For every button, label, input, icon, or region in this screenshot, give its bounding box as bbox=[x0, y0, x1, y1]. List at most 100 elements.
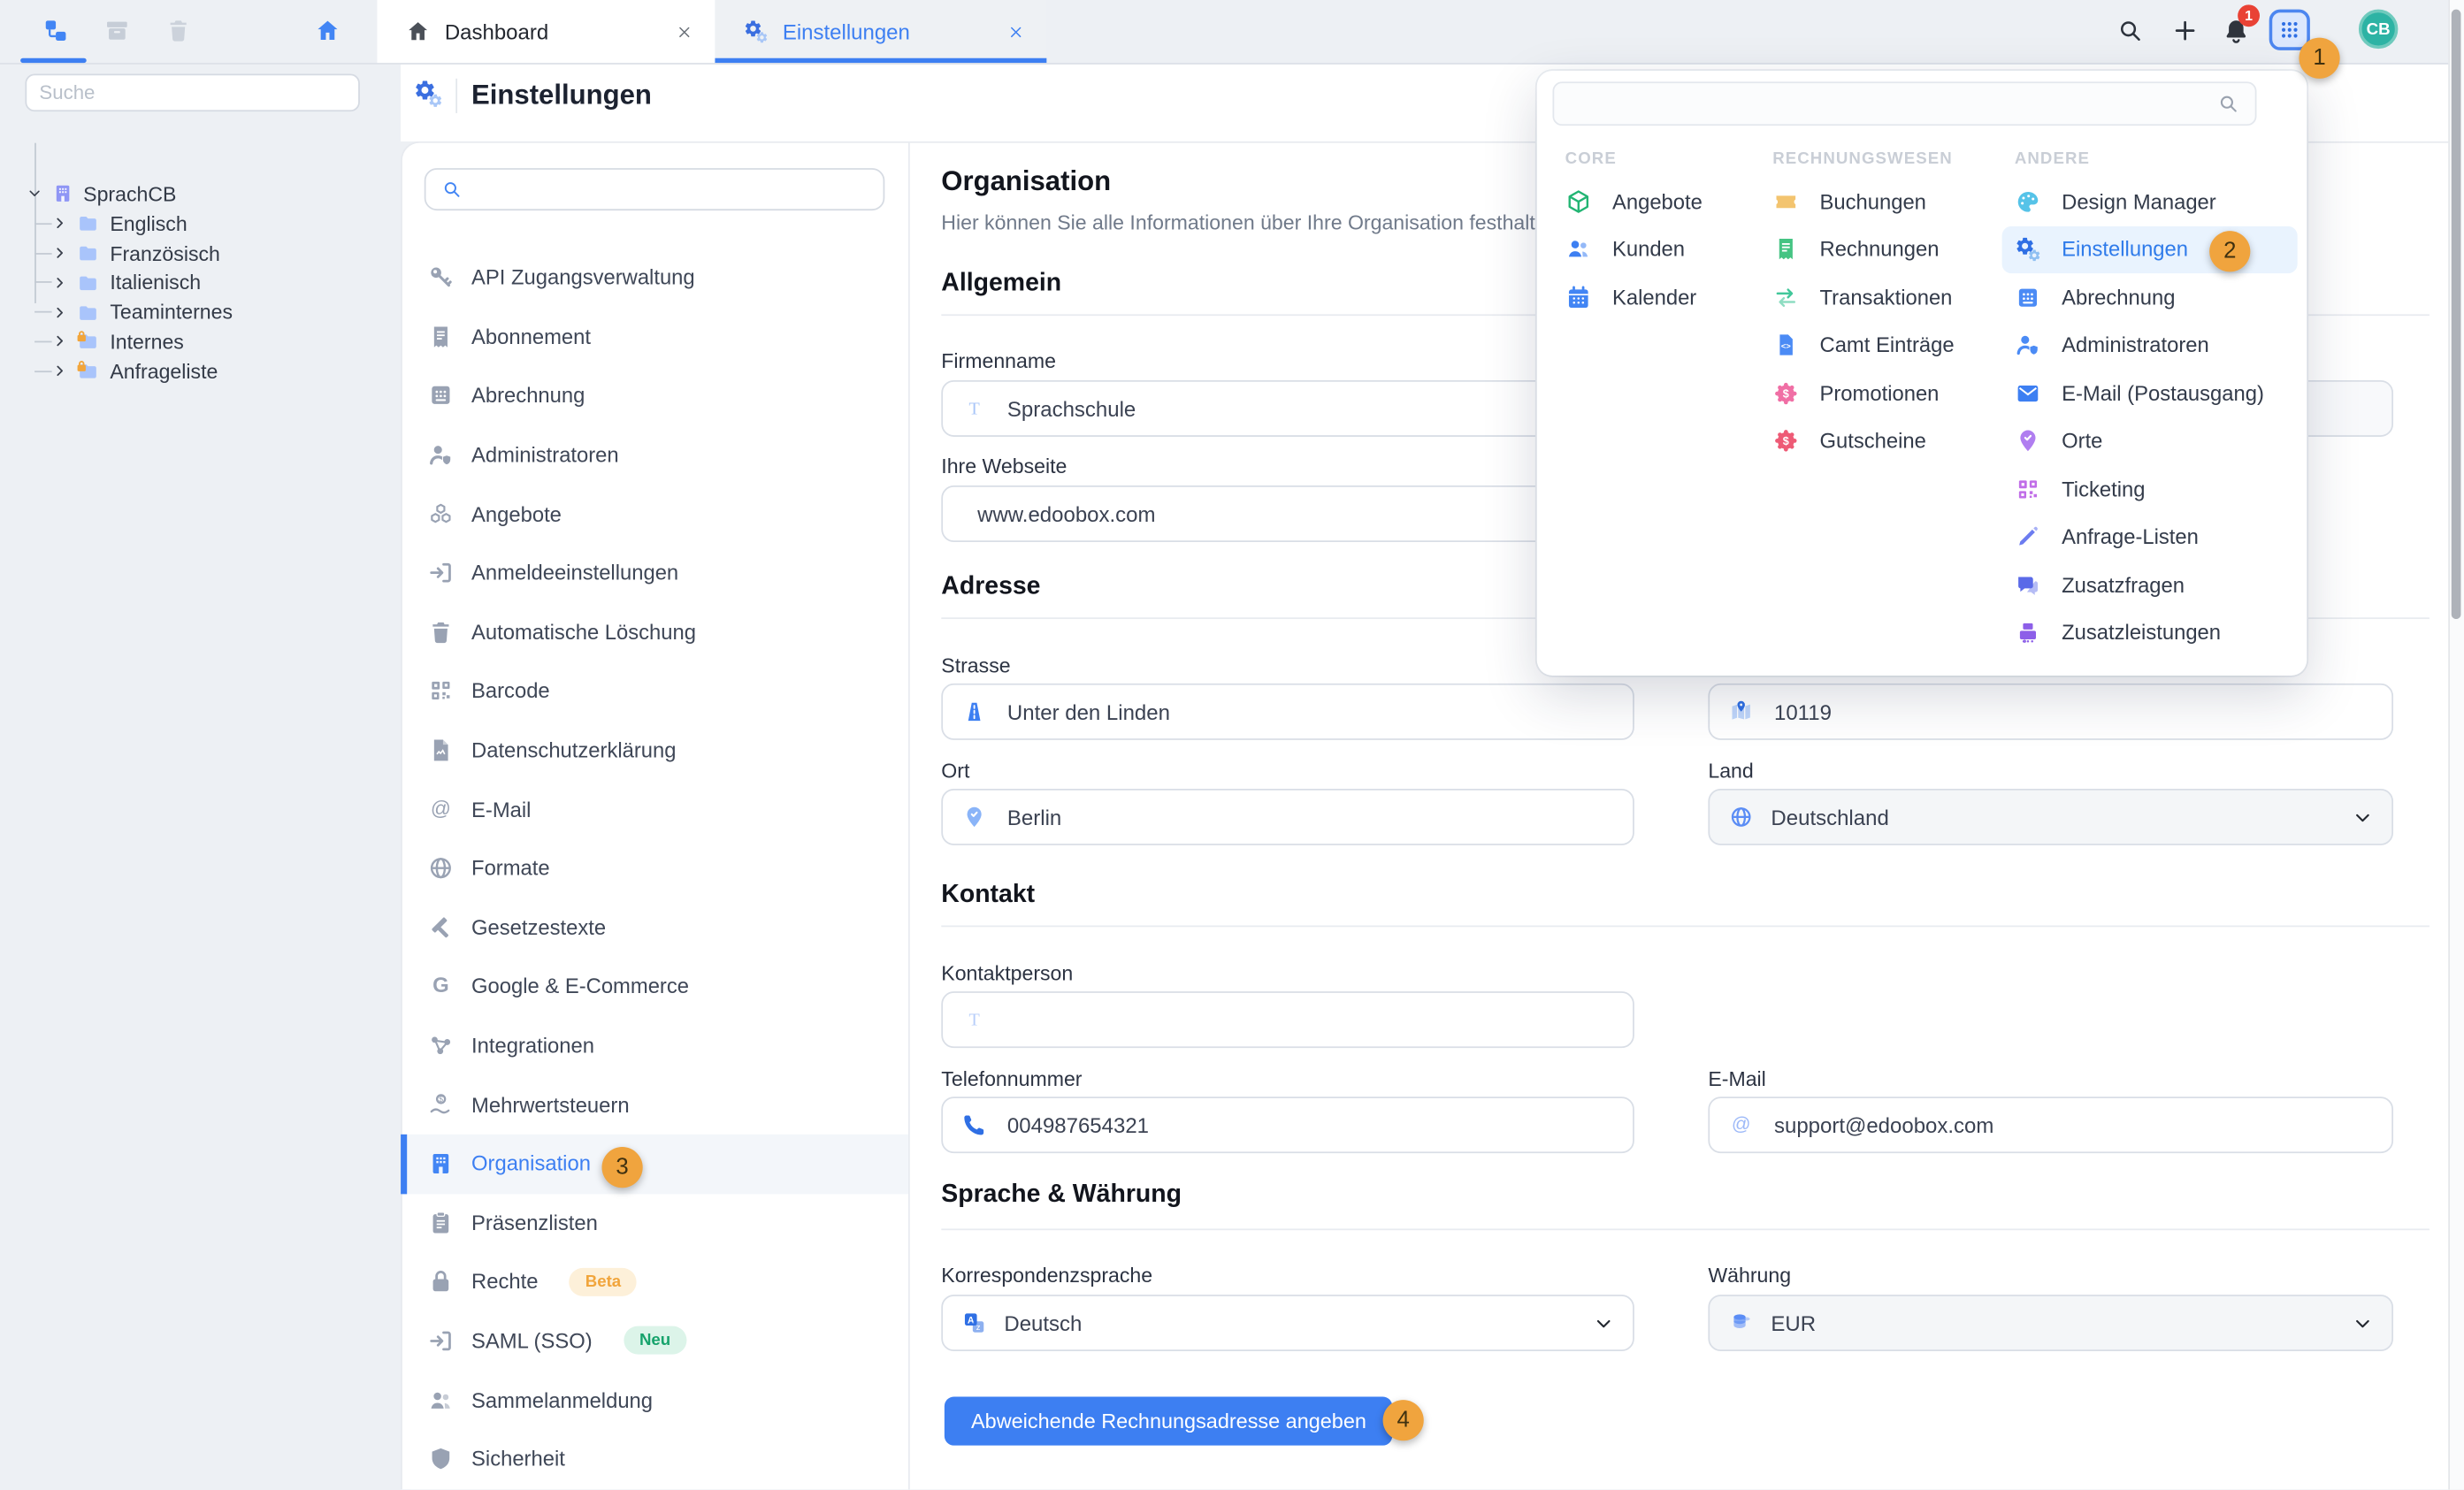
avatar[interactable]: CB bbox=[2359, 10, 2398, 49]
grid-icon bbox=[2015, 284, 2041, 310]
abweichende-rechnungsadresse-button[interactable]: Abweichende Rechnungsadresse angeben bbox=[945, 1397, 1393, 1446]
trash-icon[interactable] bbox=[165, 18, 192, 44]
chevron-right-icon[interactable] bbox=[52, 275, 68, 291]
menu-item-zusatzleistungen[interactable]: Zusatzleistungen bbox=[2015, 609, 2298, 657]
nav-label: Gesetzestexte bbox=[471, 916, 606, 940]
menu-item-design-manager[interactable]: Design Manager bbox=[2015, 178, 2298, 225]
email-field[interactable]: @ bbox=[1708, 1096, 2393, 1153]
sidebar-item-datenschutzerklärung[interactable]: Datenschutzerklärung bbox=[401, 721, 908, 780]
kontaktperson-input[interactable] bbox=[1004, 1006, 1613, 1033]
sidebar-item-rechte[interactable]: RechteBeta bbox=[401, 1252, 908, 1311]
ort-field[interactable] bbox=[941, 789, 1634, 845]
sidebar-item-präsenzlisten[interactable]: Präsenzlisten bbox=[401, 1193, 908, 1252]
menu-item-camt-einträge[interactable]: <>Camt Einträge bbox=[1772, 321, 2005, 369]
tree-item-italienisch[interactable]: Italienisch bbox=[0, 268, 435, 298]
chevron-right-icon[interactable] bbox=[52, 333, 68, 349]
archive-icon[interactable] bbox=[103, 18, 130, 44]
chevron-right-icon[interactable] bbox=[52, 216, 68, 232]
tree-root-sprachcb[interactable]: SprachCB bbox=[0, 179, 427, 209]
chevron-right-icon[interactable] bbox=[52, 304, 68, 320]
plz-field[interactable] bbox=[1708, 684, 2393, 740]
close-icon[interactable] bbox=[676, 23, 693, 41]
search-icon[interactable] bbox=[2116, 18, 2143, 44]
menu-item-rechnungen[interactable]: Rechnungen bbox=[1772, 225, 2005, 273]
menu-item-gutscheine[interactable]: $Gutscheine bbox=[1772, 417, 2005, 465]
tree-item-internes[interactable]: Internes bbox=[0, 326, 435, 356]
app-menu-search[interactable] bbox=[1552, 81, 2256, 126]
sidebar-item-abonnement[interactable]: Abonnement bbox=[401, 308, 908, 367]
firmenname-input[interactable] bbox=[1004, 395, 1613, 422]
menu-item-ticketing[interactable]: Ticketing bbox=[2015, 465, 2298, 513]
menu-item-label: Angebote bbox=[1612, 190, 1703, 214]
scrollbar-thumb[interactable] bbox=[2452, 10, 2461, 619]
land-select[interactable]: Deutschland bbox=[1708, 789, 2393, 845]
sidebar-item-barcode[interactable]: Barcode bbox=[401, 661, 908, 721]
menu-item-buchungen[interactable]: Buchungen bbox=[1772, 178, 2005, 225]
menu-item-kalender[interactable]: Kalender bbox=[1565, 273, 1754, 321]
app-menu-search-input[interactable] bbox=[1570, 90, 2217, 117]
webseite-field[interactable] bbox=[941, 485, 1634, 542]
sidebar-item-api-zugangsverwaltung[interactable]: API Zugangsverwaltung bbox=[401, 248, 908, 308]
menu-item-orte[interactable]: Orte bbox=[2015, 417, 2298, 465]
kontaktperson-field[interactable]: T bbox=[941, 991, 1634, 1048]
menu-item-einstellungen[interactable]: Einstellungen bbox=[2002, 225, 2298, 273]
korrespondenzsprache-select[interactable]: Az Deutsch bbox=[941, 1295, 1634, 1351]
tab-einstellungen[interactable]: Einstellungen bbox=[715, 0, 1046, 63]
home-icon[interactable] bbox=[314, 18, 341, 44]
tree-icon[interactable] bbox=[42, 18, 69, 44]
firmenname-field[interactable]: T bbox=[941, 380, 1634, 437]
waehrung-select[interactable]: EUR bbox=[1708, 1295, 2393, 1351]
sidebar-item-organisation[interactable]: Organisation bbox=[401, 1135, 908, 1194]
menu-item-anfrage-listen[interactable]: Anfrage-Listen bbox=[2015, 513, 2298, 561]
close-icon[interactable] bbox=[1007, 23, 1025, 41]
email-input[interactable] bbox=[1771, 1112, 2373, 1138]
sidebar-item-administratoren[interactable]: Administratoren bbox=[401, 425, 908, 485]
email-label: E-Mail bbox=[1708, 1066, 1765, 1090]
sidebar-item-abrechnung[interactable]: Abrechnung bbox=[401, 366, 908, 425]
menu-item-zusatzfragen[interactable]: Zusatzfragen bbox=[2015, 561, 2298, 608]
menu-item-abrechnung[interactable]: Abrechnung bbox=[2015, 273, 2298, 321]
sidebar-item-mehrwertsteuern[interactable]: $Mehrwertsteuern bbox=[401, 1075, 908, 1135]
webseite-input[interactable] bbox=[975, 500, 1614, 527]
sidebar-item-sicherheit[interactable]: Sicherheit bbox=[401, 1430, 908, 1489]
settings-search[interactable] bbox=[425, 168, 885, 210]
sidebar-item-anmeldeeinstellungen[interactable]: Anmeldeeinstellungen bbox=[401, 544, 908, 603]
telefonnummer-input[interactable] bbox=[1004, 1112, 1613, 1138]
tree-item-teaminternes[interactable]: Teaminternes bbox=[0, 297, 435, 327]
chevron-right-icon[interactable] bbox=[52, 363, 68, 379]
sidebar-item-saml-sso-[interactable]: SAML (SSO)Neu bbox=[401, 1311, 908, 1371]
sidebar-item-sammelanmeldung[interactable]: Sammelanmeldung bbox=[401, 1371, 908, 1430]
plus-icon[interactable] bbox=[2172, 18, 2199, 44]
sidebar-item-integrationen[interactable]: Integrationen bbox=[401, 1016, 908, 1075]
sidebar-item-gesetzestexte[interactable]: Gesetzestexte bbox=[401, 898, 908, 957]
nav-label: API Zugangsverwaltung bbox=[471, 266, 695, 290]
tree-item-französisch[interactable]: Französisch bbox=[0, 238, 435, 268]
menu-item-administratoren[interactable]: Administratoren bbox=[2015, 321, 2298, 369]
strasse-field[interactable] bbox=[941, 684, 1634, 740]
sidebar-item-formate[interactable]: Formate bbox=[401, 839, 908, 898]
sidebar-item-automatische-löschung[interactable]: Automatische Löschung bbox=[401, 603, 908, 662]
ort-input[interactable] bbox=[1004, 804, 1613, 830]
menu-item-transaktionen[interactable]: Transaktionen bbox=[1772, 273, 2005, 321]
menu-item-promotionen[interactable]: $Promotionen bbox=[1772, 370, 2005, 417]
menu-item-angebote[interactable]: Angebote bbox=[1565, 178, 1754, 225]
tab-dashboard[interactable]: Dashboard bbox=[377, 0, 715, 63]
nav-label: Angebote bbox=[471, 502, 562, 526]
tree-label: Französisch bbox=[110, 241, 220, 265]
sidebar-search-input[interactable] bbox=[25, 74, 359, 112]
sidebar-item-google-e-commerce[interactable]: GGoogle & E-Commerce bbox=[401, 957, 908, 1016]
settings-search-input[interactable] bbox=[475, 177, 868, 202]
gears-icon bbox=[2015, 236, 2041, 263]
land-label: Land bbox=[1708, 759, 1753, 783]
menu-item-e-mail-postausgang-[interactable]: E-Mail (Postausgang) bbox=[2015, 370, 2298, 417]
plz-input[interactable] bbox=[1771, 699, 2373, 725]
tree-item-anfrageliste[interactable]: Anfrageliste bbox=[0, 356, 435, 386]
telefonnummer-field[interactable] bbox=[941, 1096, 1634, 1153]
sidebar-item-angebote[interactable]: Angebote bbox=[401, 485, 908, 544]
menu-item-kunden[interactable]: Kunden bbox=[1565, 225, 1754, 273]
chevron-down-icon[interactable] bbox=[27, 186, 42, 202]
chevron-right-icon[interactable] bbox=[52, 245, 68, 261]
strasse-input[interactable] bbox=[1004, 699, 1613, 725]
tree-item-englisch[interactable]: Englisch bbox=[0, 209, 435, 239]
sidebar-item-e-mail[interactable]: @E-Mail bbox=[401, 780, 908, 839]
